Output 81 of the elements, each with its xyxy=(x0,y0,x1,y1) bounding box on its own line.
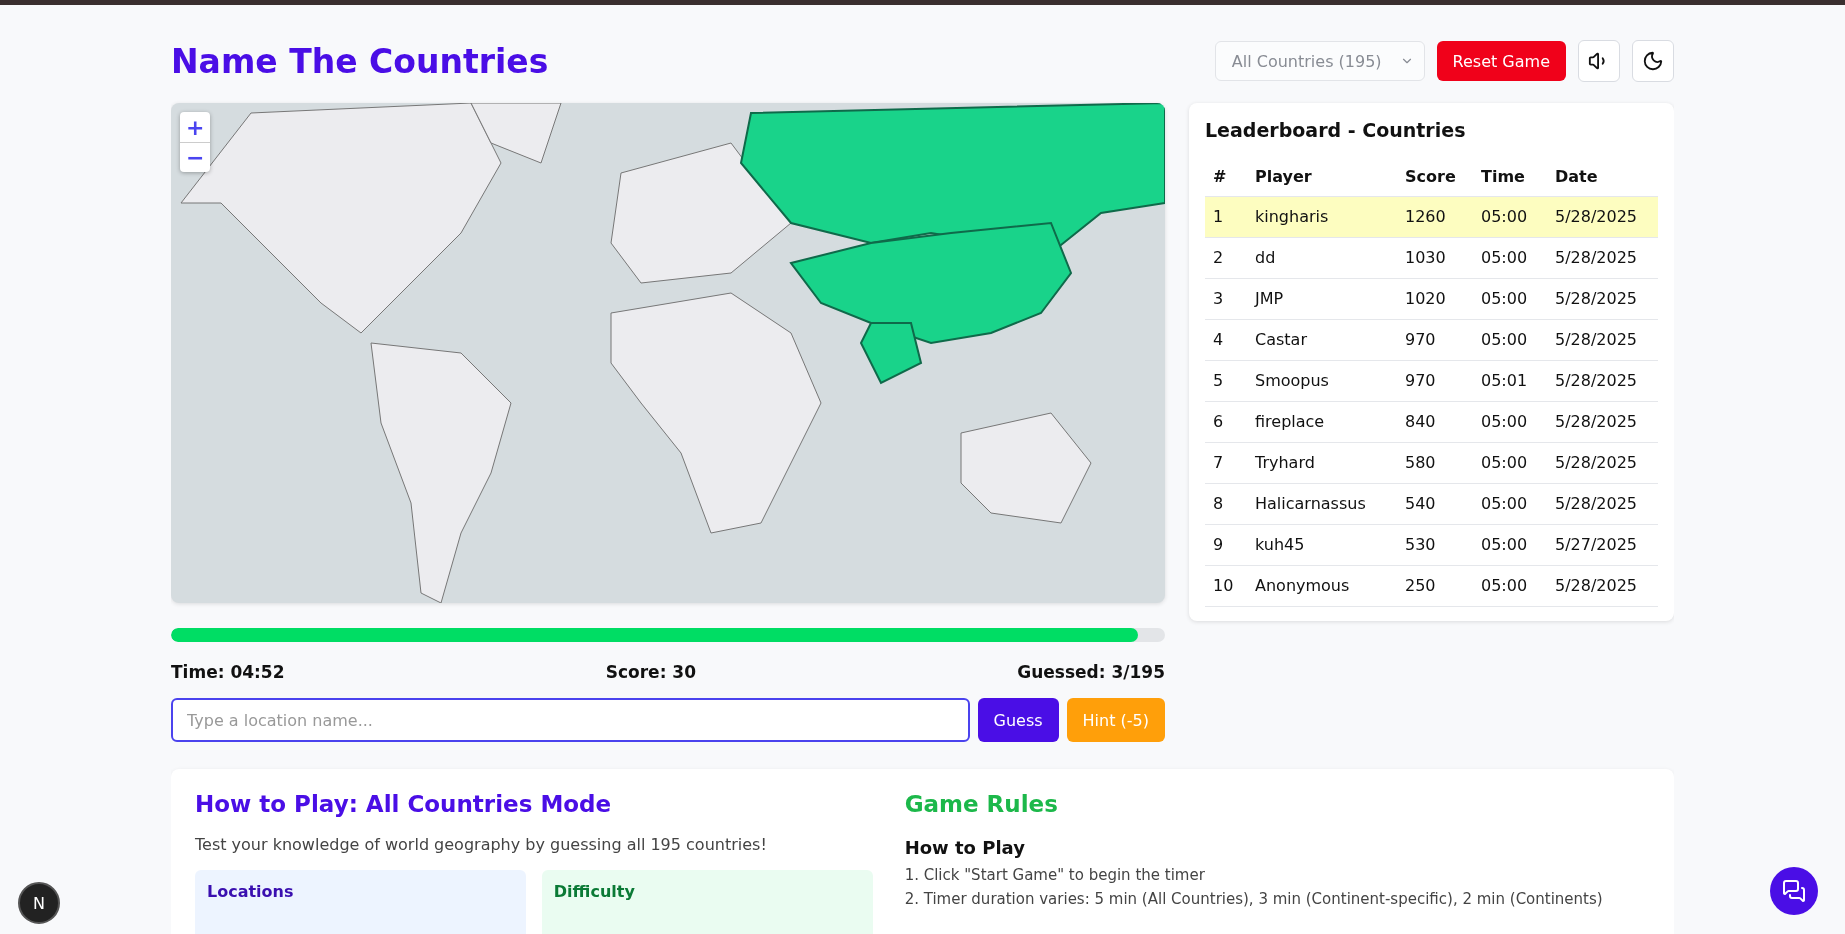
time-cell-text: 05:01 xyxy=(1480,370,1529,392)
sound-button[interactable] xyxy=(1578,40,1620,82)
score-cell-text: 250 xyxy=(1404,575,1437,597)
player-cell-text: Smoopus xyxy=(1254,370,1330,392)
score-cell-text: 1260 xyxy=(1404,206,1447,228)
guess-button[interactable]: Guess xyxy=(977,698,1059,742)
rule-step: 1. Click "Start Game" to begin the timer xyxy=(904,866,1650,884)
date-cell-text: 5/28/2025 xyxy=(1554,493,1639,515)
score-cell-text: 580 xyxy=(1404,452,1437,474)
chat-icon xyxy=(1782,879,1806,903)
location-input[interactable]: Type a location name... xyxy=(171,698,970,742)
player-cell-text: Halicarnassus xyxy=(1254,493,1367,515)
player-cell-text: Castar xyxy=(1254,329,1308,351)
world-map[interactable]: + − xyxy=(171,103,1165,603)
rules-subtitle: How to Play xyxy=(904,837,1026,858)
time-cell-text: 05:00 xyxy=(1480,247,1529,269)
date-cell-text: 5/28/2025 xyxy=(1554,411,1639,433)
rank-cell-text: 2 xyxy=(1212,247,1225,269)
rank-cell-text: 9 xyxy=(1212,534,1225,556)
time-cell-text: 05:00 xyxy=(1480,329,1529,351)
date-cell-text: 5/28/2025 xyxy=(1554,452,1639,474)
player-cell-text: dd xyxy=(1254,247,1277,269)
dev-badge[interactable]: N xyxy=(18,882,60,924)
player-cell-text: Anonymous xyxy=(1254,575,1351,597)
time-cell-text: 05:00 xyxy=(1480,288,1529,310)
reset-game-button[interactable]: Reset Game xyxy=(1436,41,1566,81)
rank-cell-text: 8 xyxy=(1212,493,1225,515)
date-cell-text: 5/27/2025 xyxy=(1554,534,1639,556)
info-card: Difficulty xyxy=(541,870,873,934)
column-header: Time xyxy=(1480,166,1526,188)
date-cell-text: 5/28/2025 xyxy=(1554,247,1639,269)
rule-step: 2. Timer duration varies: 5 min (All Countries), 3 min (Continent-specific), 2 min (Continents) xyxy=(904,890,1650,908)
info-card: Locations xyxy=(195,870,526,934)
page-title: Name The Countries xyxy=(171,41,549,81)
date-cell-text: 5/28/2025 xyxy=(1554,288,1639,310)
zoom-in-button[interactable]: + xyxy=(180,112,210,142)
score-cell-text: 840 xyxy=(1404,411,1437,433)
time-cell-text: 05:00 xyxy=(1480,452,1529,474)
score-cell-text: 970 xyxy=(1404,370,1437,392)
moon-icon xyxy=(1642,50,1664,72)
intro-text: Test your knowledge of world geography by guessing all 195 countries! xyxy=(195,835,768,854)
column-header: Date xyxy=(1554,166,1599,188)
column-header: Score xyxy=(1404,166,1457,188)
game-rules-title: Game Rules xyxy=(904,791,1059,817)
time-cell-text: 05:00 xyxy=(1480,206,1529,228)
time-cell-text: 05:00 xyxy=(1480,411,1529,433)
date-cell-text: 5/28/2025 xyxy=(1554,329,1639,351)
date-cell-text: 5/28/2025 xyxy=(1554,370,1639,392)
column-header: # xyxy=(1212,166,1228,188)
zoom-out-button[interactable]: − xyxy=(180,142,210,172)
rank-cell-text: 5 xyxy=(1212,370,1225,392)
score-cell-text: 540 xyxy=(1404,493,1437,515)
rank-cell-text: 1 xyxy=(1212,206,1225,228)
date-cell-text: 5/28/2025 xyxy=(1554,575,1639,597)
rank-cell-text: 7 xyxy=(1212,452,1225,474)
how-to-play-title: How to Play: All Countries Mode xyxy=(195,791,613,817)
player-cell-text: Tryhard xyxy=(1254,452,1316,474)
time-cell-text: 05:00 xyxy=(1480,575,1529,597)
player-cell-text: kingharis xyxy=(1254,206,1330,228)
time-label: Time: 04:52 xyxy=(171,662,285,682)
player-cell-text: fireplace xyxy=(1254,411,1326,433)
score-label: Score: 30 xyxy=(605,662,696,682)
leaderboard-title: Leaderboard - Countries xyxy=(1205,119,1467,141)
score-cell-text: 530 xyxy=(1404,534,1437,556)
score-cell-text: 970 xyxy=(1404,329,1437,351)
player-cell-text: JMP xyxy=(1253,288,1285,310)
mode-select[interactable]: All Countries (195) xyxy=(1214,41,1425,81)
guessed-label: Guessed: 3/195 xyxy=(1017,662,1165,682)
player-cell-text: kuh45 xyxy=(1254,534,1306,556)
rank-cell-text: 10 xyxy=(1212,575,1235,597)
dark-mode-button[interactable] xyxy=(1632,40,1674,82)
column-header: Player xyxy=(1254,166,1313,188)
rank-cell-text: 3 xyxy=(1212,288,1225,310)
time-cell-text: 05:00 xyxy=(1480,534,1529,556)
score-cell-text: 1030 xyxy=(1404,247,1447,269)
date-cell-text: 5/28/2025 xyxy=(1554,206,1639,228)
time-cell-text: 05:00 xyxy=(1480,493,1529,515)
chat-button[interactable] xyxy=(1770,867,1818,915)
rank-cell-text: 6 xyxy=(1212,411,1225,433)
score-cell-text: 1020 xyxy=(1404,288,1447,310)
rank-cell-text: 4 xyxy=(1212,329,1225,351)
